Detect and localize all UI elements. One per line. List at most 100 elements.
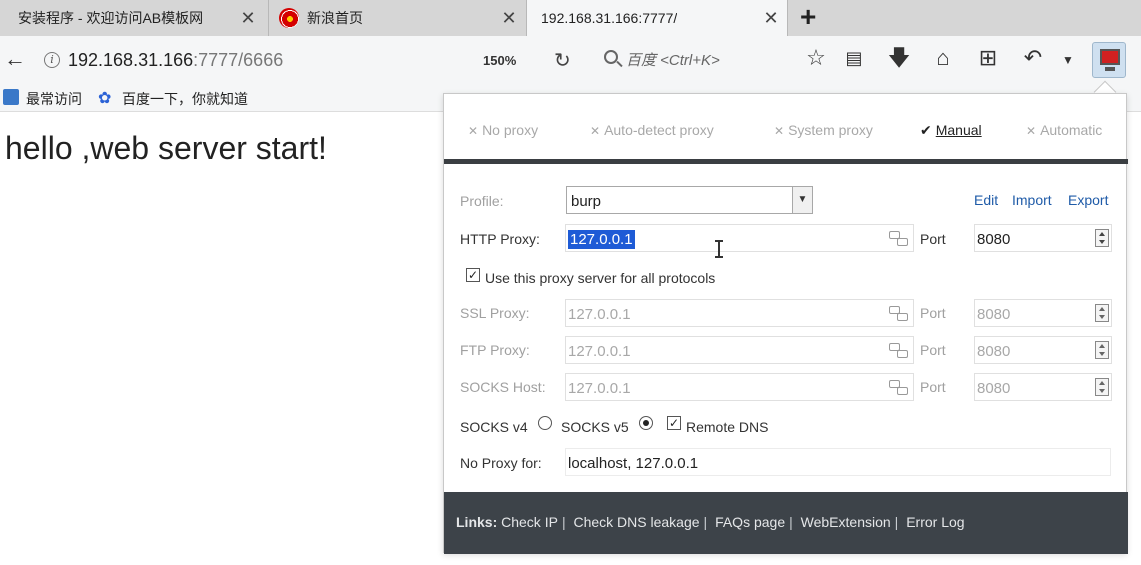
back-button[interactable]: ← <box>4 48 26 70</box>
use-for-all-checkbox[interactable]: ✓ <box>466 268 480 282</box>
tab-strip: 安装程序 - 欢迎访问AB模板网 ✕ 新浪首页 ✕ 192.168.31.166… <box>0 0 1141 36</box>
ftp-port-value: 8080 <box>977 343 1011 360</box>
proxy-monitor-icon[interactable] <box>1092 42 1126 78</box>
http-proxy-input[interactable]: 127.0.0.1 <box>565 224 914 252</box>
socks-v5-label: SOCKS v5 <box>561 419 629 435</box>
check-ip-link[interactable]: Check IP <box>501 514 558 530</box>
ftp-proxy-value: 127.0.0.1 <box>568 343 631 360</box>
socks-host-input: 127.0.0.1 <box>565 373 914 401</box>
undo-icon[interactable]: ↶ <box>1020 46 1046 70</box>
home-icon[interactable]: ⌂ <box>930 46 956 70</box>
search-input[interactable] <box>626 48 776 72</box>
socks-host-label: SOCKS Host: <box>460 379 546 395</box>
ssl-port-label: Port <box>920 305 946 321</box>
port-stepper-icon <box>1095 378 1109 396</box>
search-icon <box>604 50 618 64</box>
remote-dns-label: Remote DNS <box>686 419 769 435</box>
http-proxy-value: 127.0.0.1 <box>568 230 635 249</box>
monitor-stand <box>1105 67 1115 71</box>
links-label: Links: <box>456 514 498 530</box>
socks-v4-radio[interactable] <box>538 416 552 430</box>
http-port-label: Port <box>920 231 946 247</box>
bookmark-baidu[interactable]: 百度一下，你就知道 <box>122 89 248 109</box>
error-log-link[interactable]: Error Log <box>906 514 964 530</box>
tab-title: 安装程序 - 欢迎访问AB模板网 <box>18 10 204 26</box>
no-proxy-value: localhost, 127.0.0.1 <box>568 455 699 472</box>
page-body-text: hello ,web server start! <box>5 130 327 166</box>
close-tab-icon[interactable]: ✕ <box>501 9 517 27</box>
copy-to-all-icon <box>889 306 908 321</box>
baidu-paw-icon: ✿ <box>98 90 112 107</box>
socks-v5-radio[interactable] <box>639 416 653 430</box>
new-tab-button[interactable]: + <box>800 3 816 31</box>
copy-to-all-icon <box>889 380 908 395</box>
copy-to-all-icon[interactable] <box>889 231 908 246</box>
ssl-port-value: 8080 <box>977 306 1011 323</box>
http-proxy-label: HTTP Proxy: <box>460 231 540 247</box>
ssl-proxy-input: 127.0.0.1 <box>565 299 914 327</box>
bookmark-most-visited[interactable]: 最常访问 <box>26 89 82 109</box>
download-icon[interactable]: 🡇 <box>886 46 912 70</box>
ftp-proxy-label: FTP Proxy: <box>460 342 530 358</box>
profile-value: burp <box>571 193 602 210</box>
chevron-down-icon[interactable]: ▼ <box>792 187 812 213</box>
ftp-port-input: 8080 <box>974 336 1112 364</box>
socks-port-label: Port <box>920 379 946 395</box>
port-stepper-icon <box>1095 341 1109 359</box>
monitor-screen <box>1100 49 1120 65</box>
zoom-level[interactable]: 150% <box>483 53 516 68</box>
tab-title: 192.168.31.166:7777/ <box>541 10 678 26</box>
export-link[interactable]: Export <box>1068 192 1108 208</box>
http-port-value: 8080 <box>977 231 1011 248</box>
proxy-settings-panel: ✕ No proxy ✕ Auto-detect proxy ✕ System pro… <box>443 93 1128 554</box>
webextension-link[interactable]: WebExtension <box>801 514 891 530</box>
import-link[interactable]: Import <box>1012 192 1052 208</box>
use-for-all-label: Use this proxy server for all protocols <box>485 270 716 286</box>
tab-title: 新浪首页 <box>307 10 363 26</box>
text-cursor-icon <box>715 240 723 258</box>
faqs-page-link[interactable]: FAQs page <box>715 514 785 530</box>
copy-to-all-icon <box>889 343 908 358</box>
dropdown-icon[interactable]: ▼ <box>1055 48 1081 72</box>
reload-icon[interactable]: ↻ <box>554 48 571 73</box>
tab-sina[interactable]: 新浪首页 ✕ <box>268 0 524 36</box>
socks-port-value: 8080 <box>977 380 1011 397</box>
socks-host-value: 127.0.0.1 <box>568 380 631 397</box>
profile-label: Profile: <box>460 193 504 209</box>
crop-icon[interactable]: ⊞ <box>975 46 1001 70</box>
ssl-proxy-label: SSL Proxy: <box>460 305 530 321</box>
url-bar[interactable]: 192.168.31.166:7777/6666 <box>68 50 283 71</box>
tab-active-local-server[interactable]: 192.168.31.166:7777/ ✕ <box>526 0 788 36</box>
mode-automatic[interactable]: ✕ Automatic <box>1026 122 1102 138</box>
url-path: :7777/6666 <box>193 50 284 70</box>
reader-icon[interactable]: ▤ <box>841 46 867 70</box>
bookmark-folder-icon <box>3 89 19 105</box>
ssl-port-input: 8080 <box>974 299 1112 327</box>
check-dns-leakage-link[interactable]: Check DNS leakage <box>573 514 699 530</box>
url-host: 192.168.31.166 <box>68 50 194 70</box>
remote-dns-checkbox[interactable]: ✓ <box>667 416 681 430</box>
mode-system-proxy[interactable]: ✕ System proxy <box>774 122 873 138</box>
close-tab-icon[interactable]: ✕ <box>763 9 779 27</box>
close-tab-icon[interactable]: ✕ <box>240 9 256 27</box>
mode-manual[interactable]: ✔ Manual <box>920 122 982 139</box>
port-stepper-icon[interactable] <box>1095 229 1109 247</box>
profile-select[interactable]: burp ▼ <box>566 186 813 214</box>
port-stepper-icon <box>1095 304 1109 322</box>
no-proxy-label: No Proxy for: <box>460 455 542 471</box>
info-icon[interactable]: i <box>44 52 60 68</box>
proxy-mode-tabs: ✕ No proxy ✕ Auto-detect proxy ✕ System pro… <box>444 94 1128 164</box>
ftp-port-label: Port <box>920 342 946 358</box>
sina-weibo-icon <box>279 8 299 28</box>
ssl-proxy-value: 127.0.0.1 <box>568 306 631 323</box>
tab-ab-template[interactable]: 安装程序 - 欢迎访问AB模板网 ✕ <box>0 0 268 36</box>
mode-no-proxy[interactable]: ✕ No proxy <box>468 122 538 138</box>
footer-links: Links: Check IP | Check DNS leakage | FAQs… <box>456 514 965 530</box>
mode-auto-detect[interactable]: ✕ Auto-detect proxy <box>590 122 714 138</box>
star-icon[interactable]: ☆ <box>803 46 829 70</box>
http-port-input[interactable]: 8080 <box>974 224 1112 252</box>
socks-v4-label: SOCKS v4 <box>460 419 528 435</box>
edit-link[interactable]: Edit <box>974 192 998 208</box>
no-proxy-input[interactable]: localhost, 127.0.0.1 <box>565 448 1111 476</box>
navigation-bar: ← i 192.168.31.166:7777/6666 150% ↻ ☆ ▤ … <box>0 36 1141 84</box>
